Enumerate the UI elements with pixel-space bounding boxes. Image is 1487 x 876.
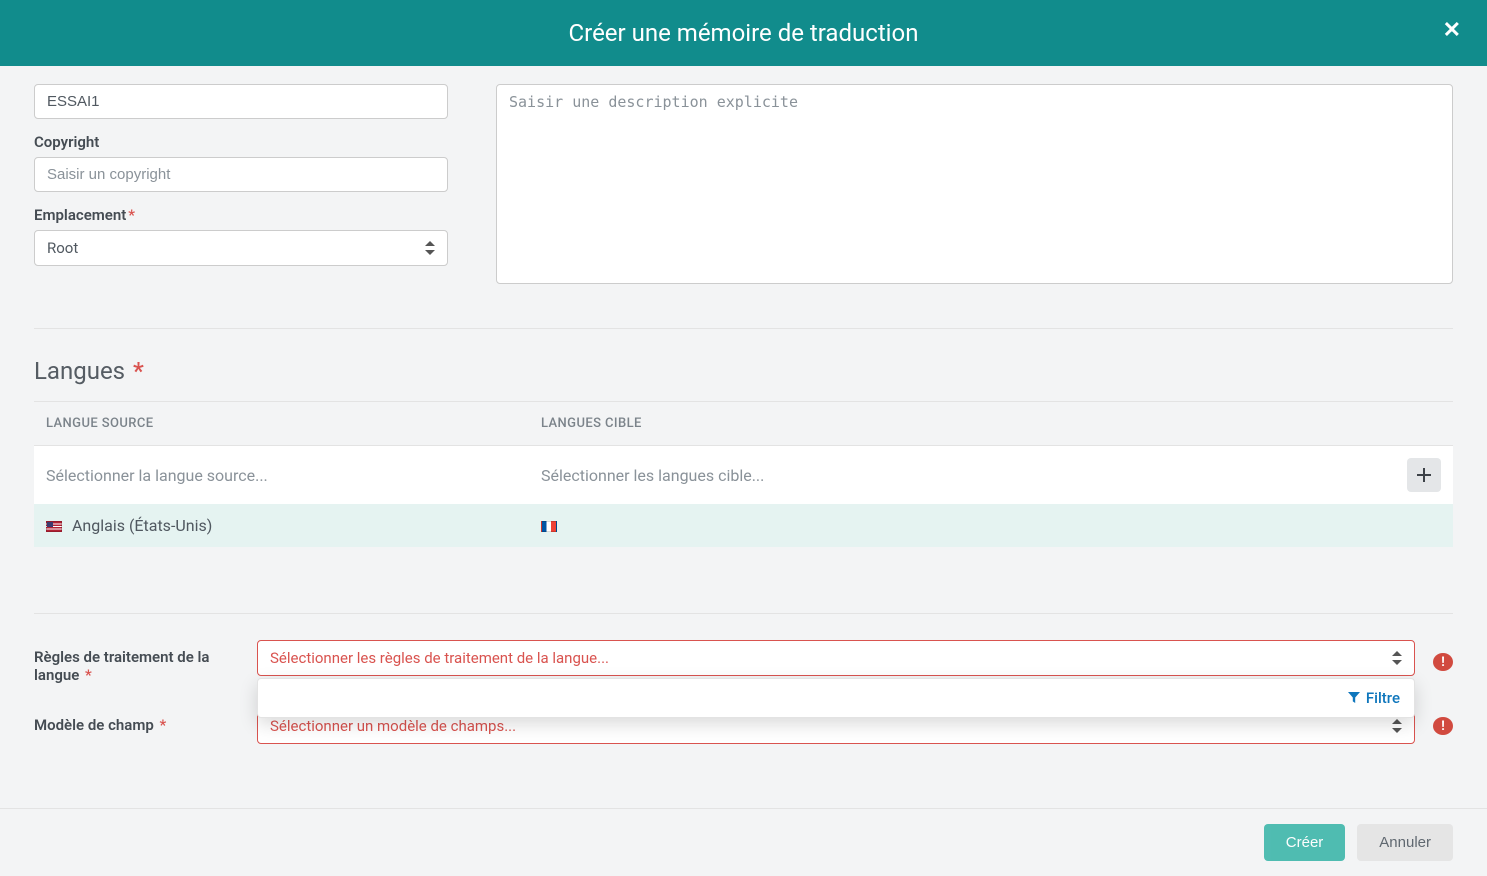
- required-asterisk: *: [128, 206, 135, 224]
- column-source: LANGUE SOURCE: [46, 416, 541, 431]
- languages-table: LANGUE SOURCE LANGUES CIBLE Sélectionner…: [34, 401, 1453, 547]
- required-asterisk: *: [127, 357, 144, 385]
- error-badge-icon: !: [1433, 717, 1453, 735]
- cancel-button[interactable]: Annuler: [1357, 824, 1453, 861]
- close-icon[interactable]: ✕: [1443, 18, 1461, 43]
- flag-fr-icon: [541, 521, 557, 532]
- divider: [34, 613, 1453, 614]
- column-target: LANGUES CIBLE: [541, 416, 1397, 431]
- target-language-placeholder[interactable]: Sélectionner les langues cible...: [541, 466, 1397, 485]
- modal-footer: Créer Annuler: [0, 808, 1487, 876]
- modal-header: Créer une mémoire de traduction ✕: [0, 0, 1487, 66]
- copyright-label: Copyright: [34, 133, 448, 151]
- processing-rules-placeholder: Sélectionner les règles de traitement de…: [270, 649, 609, 667]
- field-model-label: Modèle de champ *: [34, 708, 239, 734]
- sort-icon: [1392, 651, 1402, 665]
- description-textarea[interactable]: [496, 84, 1453, 284]
- target-language-value[interactable]: [541, 516, 1397, 535]
- modal-body: Nom Copyright Emplacement* Root Descript…: [0, 66, 1487, 808]
- location-label: Emplacement*: [34, 206, 448, 224]
- processing-rules-label: Règles de traitement de la langue *: [34, 640, 239, 684]
- error-badge-icon: !: [1433, 653, 1453, 671]
- table-row: Sélectionner la langue source... Sélecti…: [34, 446, 1453, 504]
- copyright-input[interactable]: [34, 157, 448, 192]
- required-asterisk: *: [156, 716, 166, 734]
- create-button[interactable]: Créer: [1264, 824, 1346, 861]
- table-row: Anglais (États-Unis): [34, 504, 1453, 547]
- sort-icon: [425, 241, 435, 255]
- name-input[interactable]: [34, 84, 448, 119]
- source-language-value[interactable]: Anglais (États-Unis): [46, 516, 541, 535]
- flag-us-icon: [46, 521, 62, 532]
- divider: [34, 328, 1453, 329]
- location-value: Root: [47, 239, 78, 257]
- processing-rules-dropdown[interactable]: Filtre: [257, 678, 1415, 718]
- location-label-text: Emplacement: [34, 206, 126, 224]
- languages-section-title: Langues *: [34, 357, 1453, 385]
- required-asterisk: *: [81, 666, 91, 684]
- sort-icon: [1392, 719, 1402, 733]
- filter-link[interactable]: Filtre: [1348, 689, 1400, 707]
- modal-title: Créer une mémoire de traduction: [569, 19, 919, 47]
- processing-rules-select[interactable]: Sélectionner les règles de traitement de…: [257, 640, 1415, 676]
- plus-icon: [1417, 468, 1431, 482]
- filter-icon: [1348, 692, 1360, 704]
- source-language-placeholder[interactable]: Sélectionner la langue source...: [46, 466, 541, 485]
- processing-rules-row: Règles de traitement de la langue * Séle…: [34, 640, 1453, 684]
- field-model-placeholder: Sélectionner un modèle de champs...: [270, 717, 516, 735]
- add-language-button[interactable]: [1407, 458, 1441, 492]
- location-select[interactable]: Root: [34, 230, 448, 266]
